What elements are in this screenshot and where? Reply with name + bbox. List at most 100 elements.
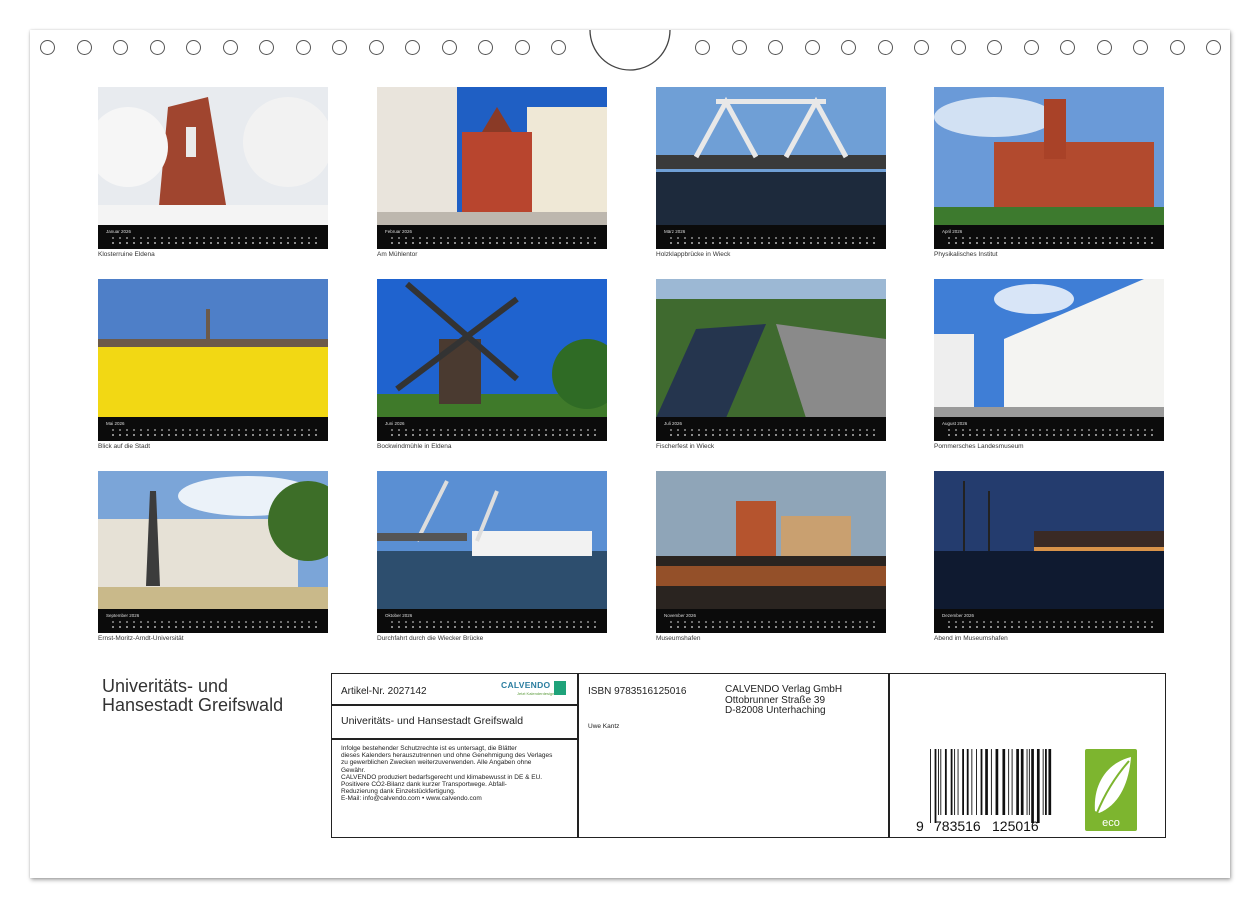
photo-caption: Ernst-Moritz-Arndt-Universität xyxy=(98,635,184,642)
month-label: April 2026 xyxy=(942,229,963,234)
divider xyxy=(888,674,890,837)
divider xyxy=(577,674,579,837)
month-label: Juni 2026 xyxy=(385,421,405,426)
barcode-digits-right: 125016 xyxy=(992,818,1039,834)
binding-ring xyxy=(1096,40,1112,55)
month-label: August 2026 xyxy=(942,421,968,426)
photo-caption: Klosterruine Eldena xyxy=(98,251,155,258)
binding-ring xyxy=(950,40,966,55)
photo-caption: Am Mühlentor xyxy=(377,251,418,258)
legal-line: E-Mail: info@calvendo.com • www.calvendo… xyxy=(341,795,482,803)
binding-ring xyxy=(40,40,55,55)
binding-ring xyxy=(551,40,566,55)
article-number: Artikel-Nr. 2027142 xyxy=(341,686,427,697)
photo-caption: Holzklappbrücke in Wieck xyxy=(656,251,731,258)
month-calendar-strip: Dezember 2026 xyxy=(934,609,1164,633)
binding-ring xyxy=(695,40,710,55)
month-label: März 2026 xyxy=(664,229,686,234)
month-calendar-strip: November 2026 xyxy=(656,609,886,633)
binding-ring xyxy=(186,40,201,55)
photo-caption: Durchfahrt durch die Wiecker Brücke xyxy=(377,635,484,642)
month-calendar-strip: März 2026 xyxy=(656,225,886,249)
month-tile: Dezember 2026 Abend im Museumshafen xyxy=(934,471,1164,642)
month-label: Oktober 2026 xyxy=(385,613,413,618)
binding-ring xyxy=(113,40,128,55)
eco-label: eco xyxy=(1102,817,1120,829)
month-calendar-strip: August 2026 xyxy=(934,417,1164,441)
month-tile: September 2026 Ernst-Moritz-Arndt-Univers… xyxy=(98,471,328,642)
divider xyxy=(332,738,578,740)
hanger-cutout xyxy=(589,30,671,71)
day-grid xyxy=(670,429,876,438)
month-photo xyxy=(377,471,607,610)
isbn: ISBN 9783516125016 xyxy=(588,686,687,697)
binding-ring xyxy=(514,40,530,55)
barcode: 9 783516 125016 xyxy=(916,749,1052,834)
month-label: Juli 2026 xyxy=(664,421,683,426)
binding-ring xyxy=(76,40,92,55)
title-line-2: Hansestadt Greifswald xyxy=(102,695,284,715)
month-tile: April 2026 Physikalisches Institut xyxy=(934,87,1164,258)
month-label: November 2026 xyxy=(664,613,697,618)
day-grid xyxy=(112,621,318,630)
day-grid xyxy=(391,429,597,438)
month-tile: Oktober 2026 Durchfahrt durch die Wiecker… xyxy=(377,471,607,642)
publisher-address: CALVENDO Verlag GmbH Ottobrunner Straße 3… xyxy=(725,684,842,717)
photo-caption: Museumshafen xyxy=(656,635,701,642)
eco-leaf-icon: eco xyxy=(1085,749,1137,831)
month-tile: Februar 2026 Am Mühlentor xyxy=(377,87,607,258)
legal-line: dieses Kalenders herauszutrennen und ohn… xyxy=(341,752,553,760)
binding-ring xyxy=(1206,40,1221,55)
photo-caption: Fischerfest in Wieck xyxy=(656,443,715,450)
month-calendar-strip: Oktober 2026 xyxy=(377,609,607,633)
month-label: Mai 2026 xyxy=(106,421,125,426)
month-photo xyxy=(98,279,328,418)
month-label: September 2026 xyxy=(106,613,140,618)
day-grid xyxy=(112,429,318,438)
legal-line: Reduzierung dank Einzelstückfertigung. xyxy=(341,788,456,796)
binding-ring xyxy=(441,40,457,55)
month-photo xyxy=(377,279,607,418)
month-label: Januar 2026 xyxy=(106,229,132,234)
month-photo xyxy=(656,471,886,610)
month-tile: März 2026 Holzklappbrücke in Wieck xyxy=(656,87,886,258)
day-grid xyxy=(948,237,1154,246)
binding-ring xyxy=(332,40,347,55)
binding-ring xyxy=(295,40,311,55)
month-photo xyxy=(656,279,886,418)
month-label: Februar 2026 xyxy=(385,229,413,234)
legal-line: zu gewerblichen Zwecken weiterzuverwende… xyxy=(341,759,532,767)
photo-caption: Pommersches Landesmuseum xyxy=(934,443,1024,450)
month-photo xyxy=(934,87,1164,226)
month-calendar-strip: Mai 2026 xyxy=(98,417,328,441)
month-tile: Juni 2026 Bockwindmühle in Eldena xyxy=(377,279,607,450)
binding-ring xyxy=(259,40,274,55)
day-grid xyxy=(391,237,597,246)
day-grid xyxy=(670,237,876,246)
day-grid xyxy=(948,621,1154,630)
month-tile: Januar 2026 Klosterruine Eldena xyxy=(98,87,328,258)
product-title: Univeritäts- und Hansestadt Greifswald xyxy=(341,715,524,727)
binding-ring xyxy=(914,40,929,55)
binding-ring xyxy=(768,40,783,55)
calvendo-logo-subtitle: Jetzt Kalenderdesign xyxy=(517,691,555,696)
legal-line: Infolge bestehender Schutzrechte ist es … xyxy=(341,745,517,752)
month-calendar-strip: Juni 2026 xyxy=(377,417,607,441)
month-photo xyxy=(656,87,886,226)
binding-ring xyxy=(987,40,1002,55)
binding-ring xyxy=(877,40,893,55)
info-box: Artikel-Nr. 2027142 CALVENDO Jetzt Kalen… xyxy=(331,673,1166,838)
day-grid xyxy=(112,237,318,246)
binding-ring xyxy=(1060,40,1075,55)
month-photo xyxy=(934,279,1164,418)
title-line-1: Univeritäts- und xyxy=(102,676,229,696)
day-grid xyxy=(948,429,1154,438)
month-photo xyxy=(377,87,607,226)
month-label: Dezember 2026 xyxy=(942,613,975,618)
barcode-digits-left: 783516 xyxy=(934,818,981,834)
month-tile: November 2026 Museumshafen xyxy=(656,471,886,642)
day-grid xyxy=(670,621,876,630)
month-photo xyxy=(98,471,328,610)
month-tile: Juli 2026 Fischerfest in Wieck xyxy=(656,279,886,450)
legal-line: CALVENDO produziert bedarfsgerecht und k… xyxy=(341,773,543,781)
